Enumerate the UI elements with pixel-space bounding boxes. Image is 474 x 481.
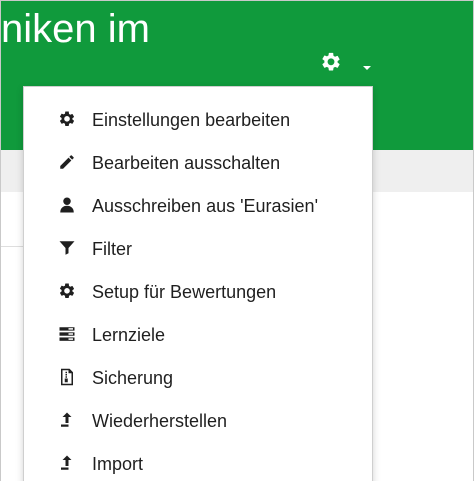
pencil-icon [60,155,74,169]
menu-item-import[interactable]: Import [24,443,372,481]
upload-icon [61,412,72,427]
gear-icon [59,283,75,298]
menu-item-label: Lernziele [92,325,166,345]
menu-item-outcomes[interactable]: Lernziele [24,314,372,356]
backup-file-icon [61,368,73,386]
settings-dropdown-menu: Einstellungen bearbeiten Bearbeiten auss… [23,86,373,481]
caret-down-icon [363,66,371,70]
menu-item-edit-settings[interactable]: Einstellungen bearbeiten [24,99,372,141]
menu-item-turn-editing-off[interactable]: Bearbeiten ausschalten [24,142,372,184]
settings-menu-toggle[interactable] [320,51,378,77]
filter-icon [59,241,75,255]
menu-item-filter[interactable]: Filter [24,228,372,270]
menu-item-label: Sicherung [92,368,174,388]
menu-item-label: Import [92,454,144,474]
user-icon [60,197,74,213]
menu-item-grades-setup[interactable]: Setup für Bewertungen [24,271,372,313]
menu-item-label: Setup für Bewertungen [92,282,277,302]
menu-item-label: Ausschreiben aus 'Eurasien' [92,196,319,216]
upload-icon [61,455,72,470]
menu-item-restore[interactable]: Wiederherstellen [24,400,372,442]
menu-item-backup[interactable]: Sicherung [24,357,372,399]
content-divider [1,246,23,247]
page-title: niken im [1,7,150,51]
menu-item-unenrol[interactable]: Ausschreiben aus 'Eurasien' [24,185,372,227]
menu-item-label: Einstellungen bearbeiten [92,110,291,130]
gear-icon [59,111,75,126]
menu-item-label: Bearbeiten ausschalten [92,153,281,173]
page-frame: niken im Einstellungen bearbeiten Bearbe… [0,0,474,481]
menu-item-label: Wiederherstellen [92,411,228,431]
menu-item-label: Filter [92,239,132,259]
gear-icon [322,52,340,71]
list-icon [59,327,75,341]
